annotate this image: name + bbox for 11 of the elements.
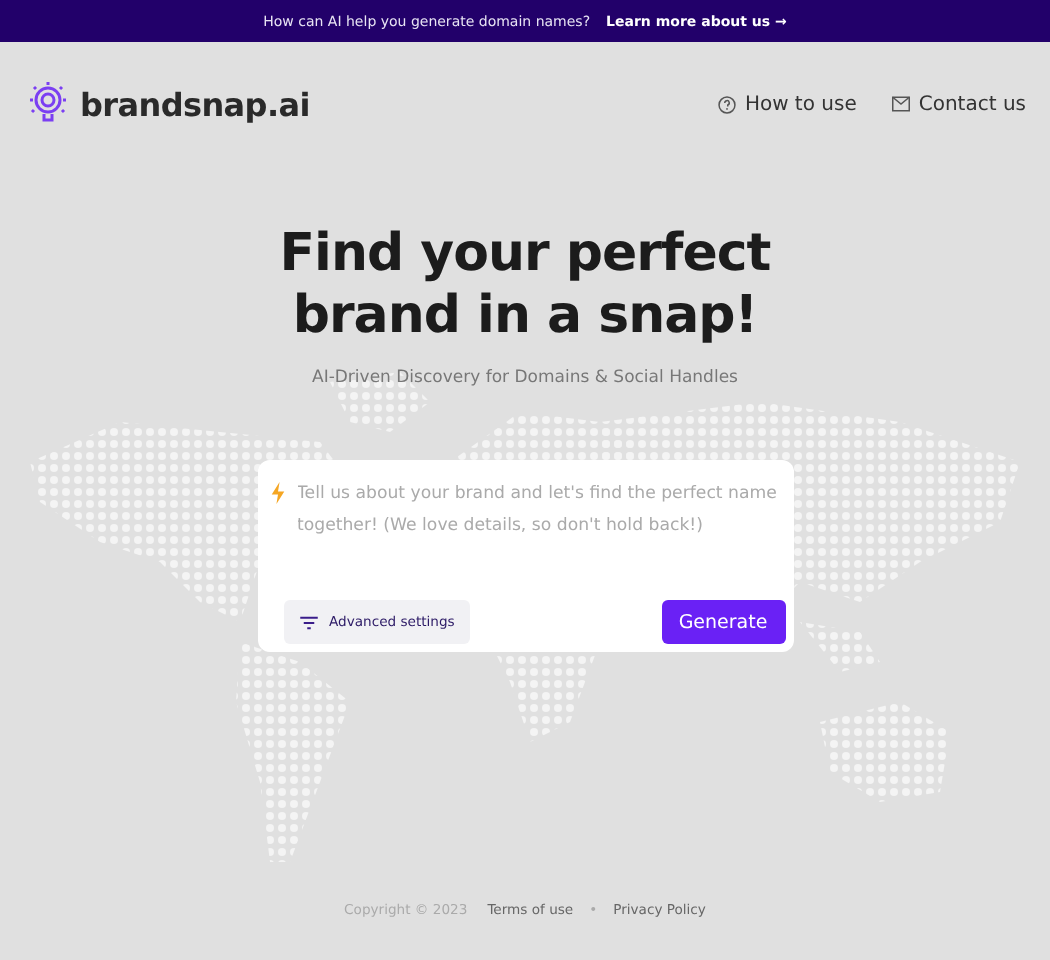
- brand-logo[interactable]: brandsnap.ai: [80, 85, 310, 123]
- filter-icon: [299, 615, 317, 629]
- question-icon: [718, 95, 737, 113]
- lightbulb-logo-icon: [24, 80, 72, 128]
- lightning-icon: [269, 482, 285, 504]
- generate-button[interactable]: Generate: [661, 600, 785, 644]
- hero-subtitle: AI-Driven Discovery for Domains & Social Handles: [312, 368, 738, 388]
- nav-link[interactable]: How to use: [718, 93, 857, 115]
- nav-link[interactable]: Contact us: [892, 93, 1026, 115]
- mail-icon: [892, 96, 911, 112]
- hero-title: Find your perfect brand in a snap!: [279, 224, 771, 348]
